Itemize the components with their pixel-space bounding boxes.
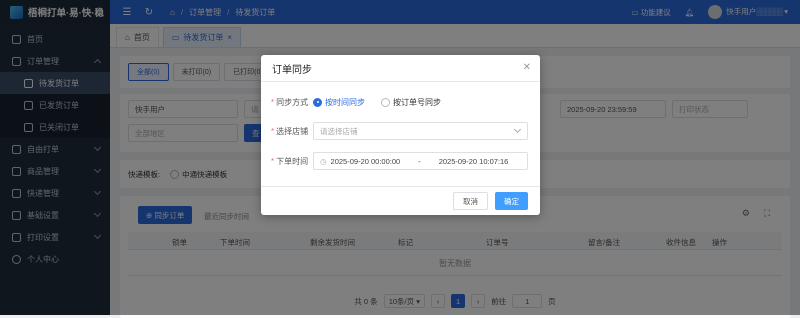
radio-sync-by-order[interactable]: 按订单号同步 <box>381 97 441 108</box>
end-time[interactable]: 2025-09-20 10:07:16 <box>439 157 509 166</box>
dialog-title: 订单同步 <box>261 55 540 82</box>
chevron-down-icon <box>513 125 522 134</box>
dialog-footer: 取消 确定 <box>261 186 540 215</box>
sync-mode-label: 同步方式 <box>276 97 309 107</box>
start-time[interactable]: 2025-09-20 00:00:00 <box>331 157 401 166</box>
shop-select[interactable]: 请选择店铺 <box>313 122 528 140</box>
shop-label: 选择店铺 <box>276 126 309 136</box>
order-time-row: * 下单时间 <box>271 156 309 166</box>
sync-mode-group: 按时间同步 按订单号同步 <box>313 93 457 111</box>
clock-icon: ◷ <box>320 156 327 166</box>
confirm-button[interactable]: 确定 <box>495 192 528 210</box>
radio-sync-by-time[interactable]: 按时间同步 <box>313 97 365 108</box>
shop-row: * 选择店铺 <box>271 126 309 136</box>
order-time-label: 下单时间 <box>276 156 309 166</box>
order-time-range[interactable]: ◷ 2025-09-20 00:00:00 - 2025-09-20 10:07… <box>313 152 528 170</box>
order-sync-dialog: 订单同步 ✕ * 同步方式 按时间同步 按订单号同步 * 选择店铺 请选择店铺 * 下… <box>261 55 540 215</box>
cancel-button[interactable]: 取消 <box>453 192 488 210</box>
sync-mode-row: * 同步方式 <box>271 97 309 107</box>
close-icon[interactable]: ✕ <box>523 62 531 73</box>
